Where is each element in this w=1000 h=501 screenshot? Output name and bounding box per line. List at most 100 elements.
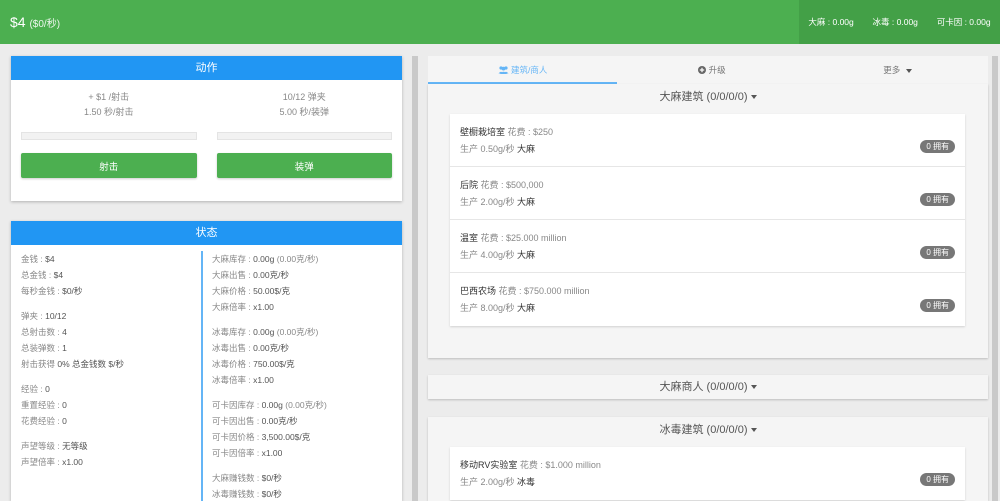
building-production: 生产 8.00g/秒 [460, 303, 518, 313]
building-name: 巴西农场 [460, 286, 497, 296]
building-product: 大麻 [517, 303, 536, 313]
caret-down-icon [750, 385, 757, 390]
shoot-progress-bar [21, 132, 197, 140]
owned-badge: 0 拥有 [920, 193, 955, 206]
status-row: 金钱 : $4 [21, 254, 55, 264]
list-item[interactable]: 移动RV实验室 花费 : $1.000 million 生产 2.00g/秒 冰… [450, 447, 965, 500]
caret-down-icon [750, 95, 757, 100]
owned-badge: 0 拥有 [920, 473, 955, 486]
reload-progress-bar [216, 132, 392, 140]
status-row: 大麻价格 : 50.00$/克 [212, 286, 290, 296]
shoot-button[interactable]: 射击 [21, 153, 197, 178]
building-production: 生产 2.00g/秒 [460, 477, 518, 487]
status-row: 弹夹 : 10/12 [21, 311, 67, 321]
money-display: $4 ($0/秒) [10, 14, 60, 30]
building-product: 大麻 [517, 197, 536, 207]
status-title: 状态 [11, 221, 402, 245]
right-scrollbar[interactable] [992, 56, 998, 501]
status-row: 每秒金钱 : $0/秒 [21, 286, 83, 296]
caret-down-icon [905, 68, 912, 73]
meth-buildings-section: 冰毒建筑 (0/0/0/0) 移动RV实验室 花费 : $1.000 milli… [428, 417, 988, 501]
shoot-reward: + $1 /射击 [88, 92, 130, 102]
building-product: 大麻 [517, 144, 536, 154]
building-cost: 花费 : $500,000 [478, 180, 544, 190]
main-tabs: 建筑/商人 升级 更多 [428, 56, 988, 84]
actions-title: 动作 [11, 56, 402, 80]
weed-buildings-section: 大麻建筑 (0/0/0/0) 壁橱栽培室 花费 : $250 生产 0.50g/… [428, 84, 988, 358]
status-row: 总金钱 : $4 [21, 270, 64, 280]
tab-upgrades[interactable]: 升级 [617, 56, 807, 84]
building-production: 生产 2.00g/秒 [460, 197, 518, 207]
owned-badge: 0 拥有 [920, 246, 955, 259]
meth-buildings-toggle[interactable]: 冰毒建筑 (0/0/0/0) [428, 417, 988, 443]
stock-weed: 大麻 : 0.00g [808, 17, 854, 27]
list-item[interactable]: 巴西农场 花费 : $750.000 million 生产 8.00g/秒 大麻… [450, 273, 965, 326]
building-cost: 花费 : $1.000 million [517, 460, 601, 470]
building-production: 生产 4.00g/秒 [460, 250, 518, 260]
status-row: 可卡因价格 : 3,500.00$/克 [212, 432, 311, 442]
weed-dealers-toggle[interactable]: 大麻商人 (0/0/0/0) [428, 375, 988, 399]
reload-clip: 10/12 弹夹 [282, 92, 326, 102]
status-row: 大麻倍率 : x1.00 [212, 302, 274, 312]
reload-speed: 5.00 秒/装弹 [279, 107, 330, 117]
building-product: 大麻 [517, 250, 536, 260]
building-name: 后院 [460, 180, 479, 190]
building-production: 生产 0.50g/秒 [460, 144, 518, 154]
shoot-speed: 1.50 秒/射击 [83, 107, 134, 117]
stock-cocaine: 可卡因 : 0.00g [936, 17, 991, 27]
tab-label: 建筑/商人 [511, 65, 548, 75]
building-product: 冰毒 [517, 477, 536, 487]
building-cost: 花费 : $250 [505, 127, 554, 137]
list-item[interactable]: 壁橱栽培室 花费 : $250 生产 0.50g/秒 大麻 0 拥有 [450, 114, 965, 167]
building-name: 移动RV实验室 [460, 460, 518, 470]
reload-column: 10/12 弹夹 5.00 秒/装弹 装弹 [207, 80, 392, 178]
status-row: 大麻出售 : 0.00克/秒 [212, 270, 289, 280]
building-name: 壁橱栽培室 [460, 127, 506, 137]
status-right-column: 大麻库存 : 0.00g (0.00克/秒) 大麻出售 : 0.00克/秒 大麻… [201, 251, 392, 501]
status-row: 经验 : 0 [21, 384, 50, 394]
status-row: 冰毒库存 : 0.00g (0.00克/秒) [212, 327, 319, 337]
shoot-column: + $1 /射击 1.50 秒/射击 射击 [21, 80, 207, 178]
money-value: $4 [10, 14, 26, 30]
status-panel: 状态 金钱 : $4 总金钱 : $4 每秒金钱 : $0/秒 弹夹 : 10/… [11, 221, 402, 501]
actions-panel: 动作 + $1 /射击 1.50 秒/射击 射击 10/12 弹夹 5.00 秒… [11, 56, 402, 201]
caret-down-icon [750, 428, 757, 433]
status-row: 声望倍率 : x1.00 [21, 457, 83, 467]
tab-more[interactable]: 更多 [807, 56, 988, 84]
tab-buildings-dealers[interactable]: 建筑/商人 [428, 56, 617, 84]
weed-buildings-list: 壁橱栽培室 花费 : $250 生产 0.50g/秒 大麻 0 拥有 后院 花费… [450, 114, 965, 326]
left-scrollbar[interactable] [412, 56, 418, 501]
status-row: 总装弹数 : 1 [21, 343, 67, 353]
meth-buildings-list: 移动RV实验室 花费 : $1.000 million 生产 2.00g/秒 冰… [450, 447, 965, 500]
status-row: 冰毒价格 : 750.00$/克 [212, 359, 295, 369]
reload-button[interactable]: 装弹 [216, 153, 392, 178]
status-row: 重置经验 : 0 [21, 400, 67, 410]
building-cost: 花费 : $750.000 million [496, 286, 590, 296]
building-cost: 花费 : $25.000 million [478, 233, 567, 243]
status-row: 可卡因库存 : 0.00g (0.00克/秒) [212, 400, 327, 410]
money-rate: ($0/秒) [29, 19, 61, 30]
status-left-column: 金钱 : $4 总金钱 : $4 每秒金钱 : $0/秒 弹夹 : 10/12 … [21, 251, 201, 501]
status-row: 冰毒倍率 : x1.00 [212, 375, 274, 385]
status-row: 声望等级 : 无等级 [21, 441, 88, 451]
plus-circle-icon [698, 66, 707, 74]
status-row: 大麻赚钱数 : $0/秒 [212, 473, 282, 483]
tab-label: 更多 [883, 65, 901, 75]
status-row: 花费经验 : 0 [21, 416, 67, 426]
building-name: 温室 [460, 233, 479, 243]
status-row: 可卡因倍率 : x1.00 [212, 448, 283, 458]
status-row: 大麻库存 : 0.00g (0.00克/秒) [212, 254, 319, 264]
weed-buildings-toggle[interactable]: 大麻建筑 (0/0/0/0) [428, 84, 988, 110]
status-row: 射击获得 0% 总金钱数 $/秒 [21, 359, 124, 369]
status-row: 总射击数 : 4 [21, 327, 67, 337]
weed-dealers-section: 大麻商人 (0/0/0/0) [428, 375, 988, 399]
stock-meth: 冰毒 : 0.00g [872, 17, 918, 27]
status-row: 冰毒赚钱数 : $0/秒 [212, 489, 282, 499]
stock-summary: 大麻 : 0.00g 冰毒 : 0.00g 可卡因 : 0.00g [799, 0, 1000, 44]
status-row: 可卡因出售 : 0.00克/秒 [212, 416, 298, 426]
list-item[interactable]: 后院 花费 : $500,000 生产 2.00g/秒 大麻 0 拥有 [450, 167, 965, 220]
users-icon [498, 66, 509, 74]
status-row: 冰毒出售 : 0.00克/秒 [212, 343, 289, 353]
top-bar: $4 ($0/秒) 大麻 : 0.00g 冰毒 : 0.00g 可卡因 : 0.… [0, 0, 1000, 44]
list-item[interactable]: 温室 花费 : $25.000 million 生产 4.00g/秒 大麻 0 … [450, 220, 965, 273]
